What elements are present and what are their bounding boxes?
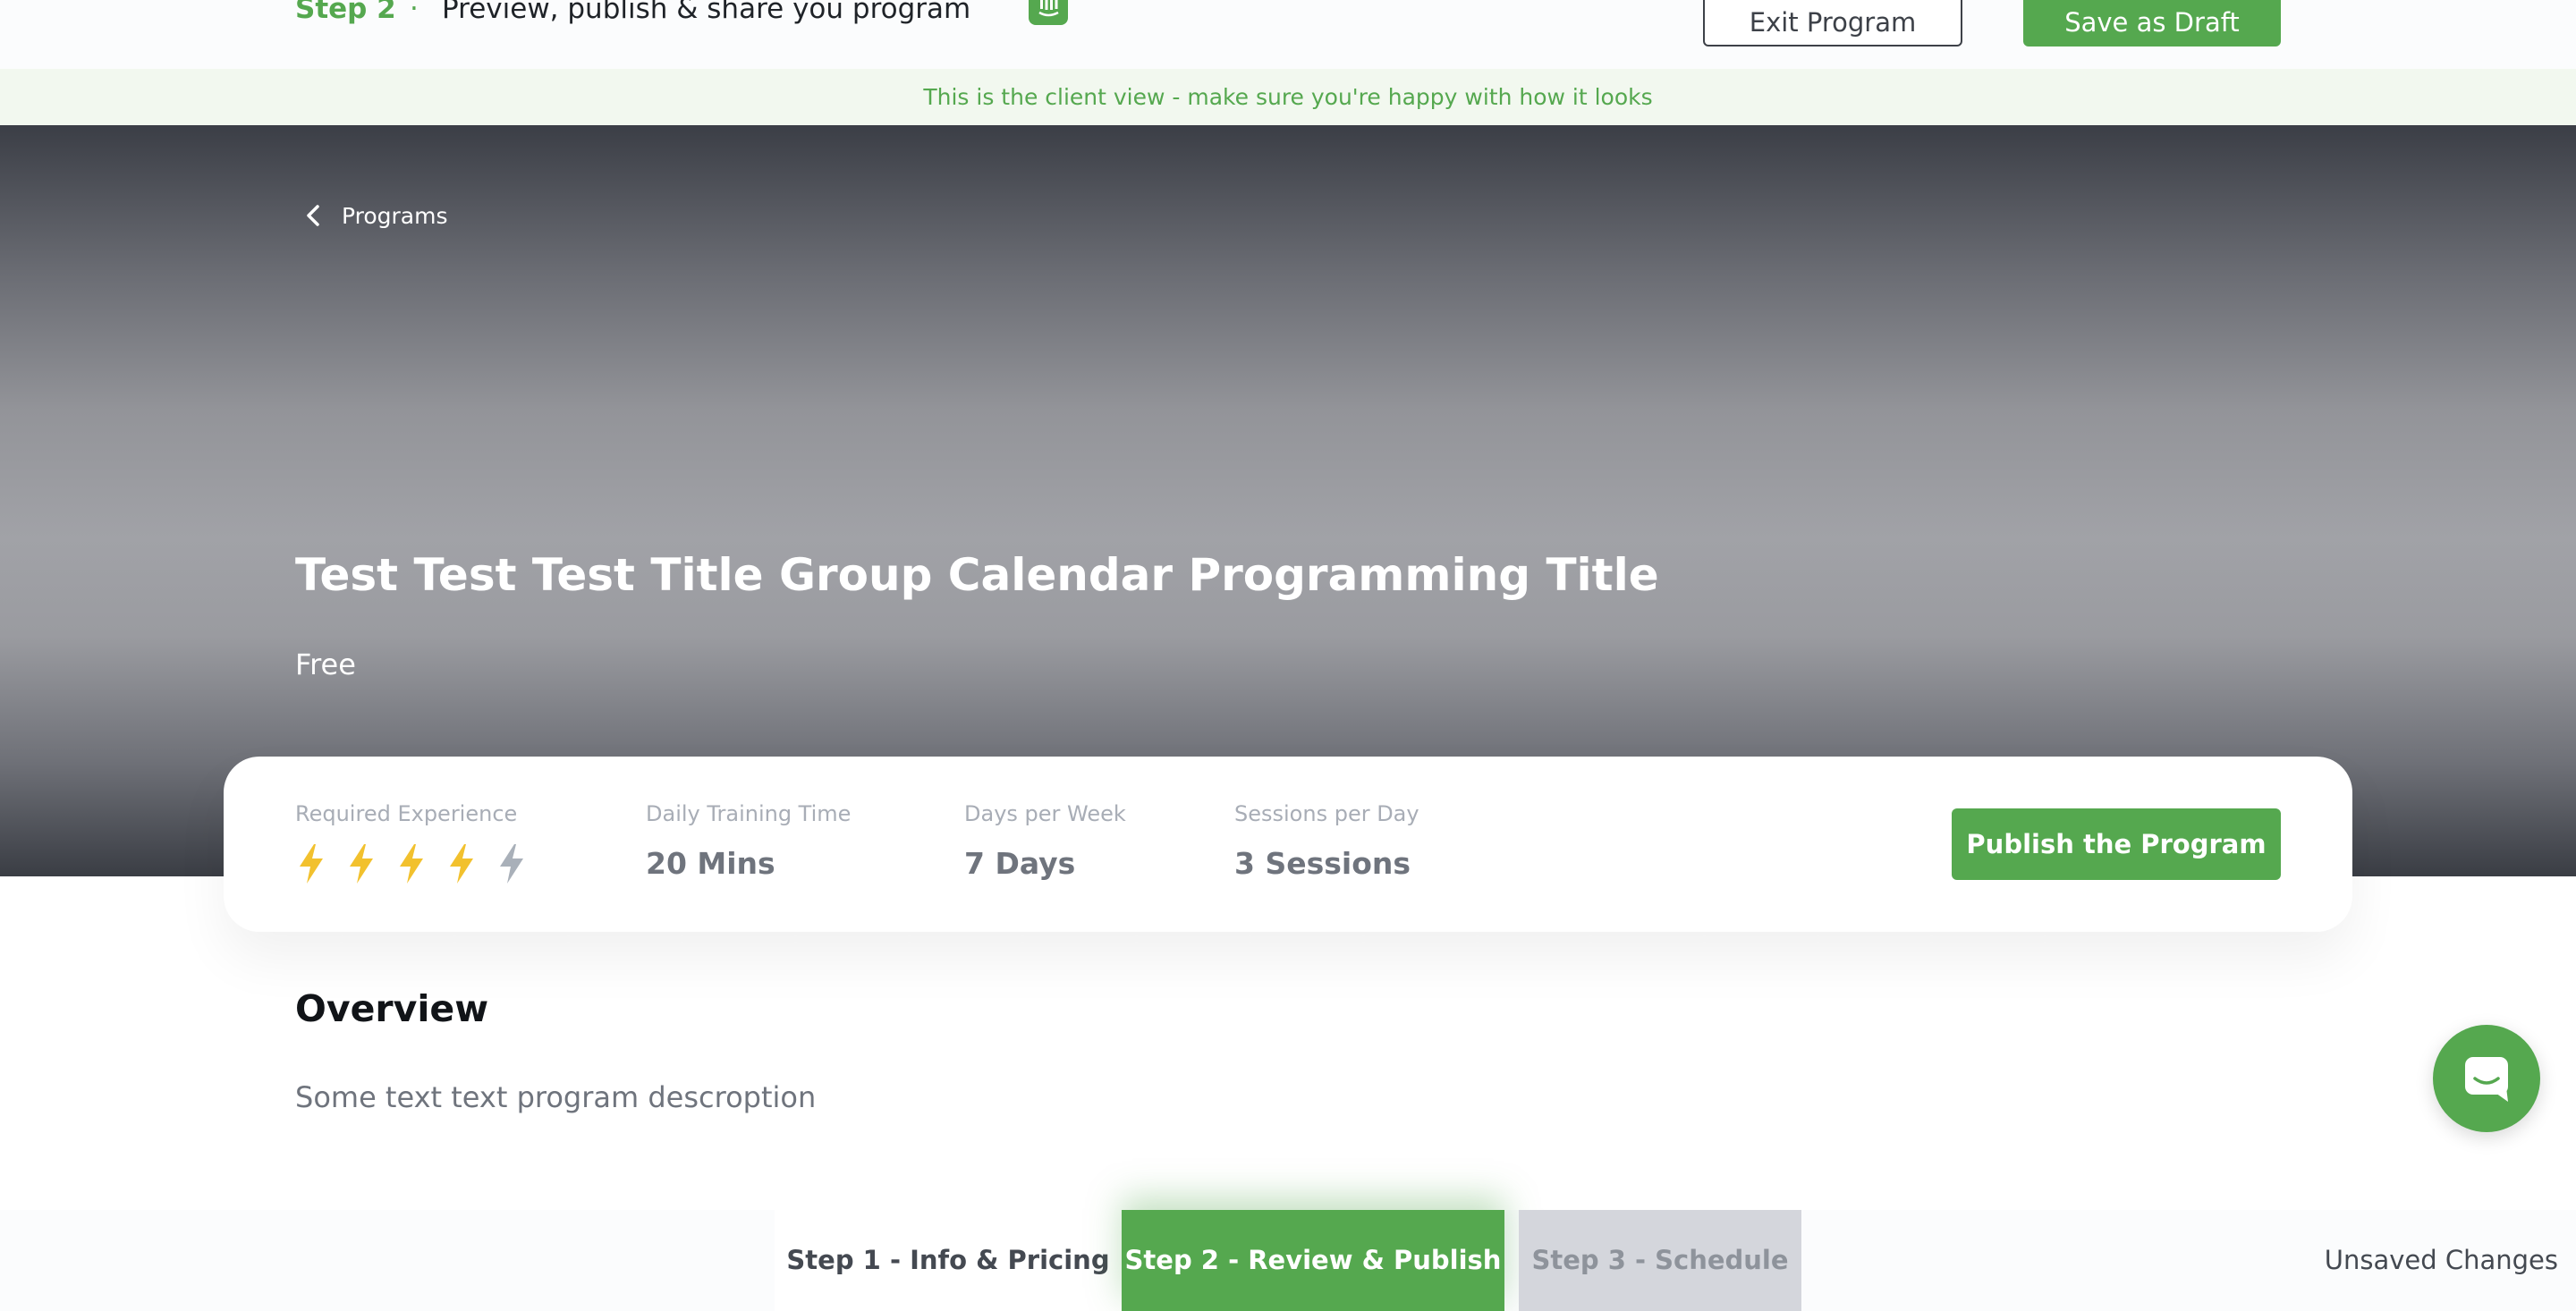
- step-1-info-pricing-tab[interactable]: Step 1 - Info & Pricing: [775, 1210, 1122, 1311]
- save-status: Unsaved Changes: [2324, 1245, 2558, 1275]
- intercom-icon[interactable]: [1029, 0, 1068, 25]
- lightning-bolt-icon: [350, 844, 373, 884]
- stat-daily-training-time: Daily Training Time 20 Mins: [646, 801, 851, 881]
- back-to-programs-link[interactable]: Programs: [301, 202, 448, 229]
- bottom-step-bar: Step 1 - Info & Pricing Step 2 - Review …: [0, 1210, 2576, 1311]
- program-price: Free: [295, 647, 356, 681]
- chat-bubble-icon: [2465, 1057, 2508, 1102]
- chat-launcher-button[interactable]: [2433, 1025, 2540, 1132]
- stat-required-experience: Required Experience: [295, 801, 546, 885]
- stat-sessions-per-day: Sessions per Day 3 Sessions: [1234, 801, 1419, 881]
- exit-program-button[interactable]: Exit Program: [1703, 0, 1962, 47]
- lightning-bolt-icon: [300, 844, 323, 884]
- step-title: Preview, publish & share you program: [442, 0, 971, 25]
- lightning-bolt-icon: [400, 844, 423, 884]
- experience-rating: [295, 842, 546, 885]
- back-link-label: Programs: [342, 202, 448, 229]
- client-view-banner: This is the client view - make sure you'…: [0, 69, 2576, 125]
- stat-value: 3 Sessions: [1234, 846, 1411, 881]
- lightning-bolt-icon: [450, 844, 473, 884]
- save-as-draft-button[interactable]: Save as Draft: [2023, 0, 2281, 47]
- step-3-schedule-tab[interactable]: Step 3 - Schedule: [1519, 1210, 1801, 1311]
- stat-label: Sessions per Day: [1234, 801, 1419, 826]
- stat-label: Days per Week: [964, 801, 1126, 826]
- stat-label: Daily Training Time: [646, 801, 852, 826]
- lightning-bolt-icon: [500, 844, 523, 884]
- step-2-review-publish-tab[interactable]: Step 2 - Review & Publish: [1122, 1210, 1504, 1311]
- program-stats-card: Required Experience Daily Training Time …: [224, 757, 2352, 932]
- stat-days-per-week: Days per Week 7 Days: [964, 801, 1126, 881]
- top-bar: Step 2 · Preview, publish & share you pr…: [0, 0, 2576, 69]
- overview-description: Some text text program descroption: [295, 1080, 817, 1114]
- step-indicator: Step 2: [295, 0, 396, 25]
- client-view-banner-text: This is the client view - make sure you'…: [923, 84, 1653, 110]
- publish-program-button[interactable]: Publish the Program: [1952, 808, 2281, 880]
- step-separator: ·: [410, 0, 419, 25]
- program-title: Test Test Test Title Group Calendar Prog…: [295, 549, 1659, 601]
- stat-value: 7 Days: [964, 846, 1076, 881]
- overview-heading: Overview: [295, 987, 489, 1030]
- stat-label: Required Experience: [295, 801, 518, 826]
- stat-value: 20 Mins: [646, 846, 775, 881]
- chevron-left-icon: [307, 205, 319, 226]
